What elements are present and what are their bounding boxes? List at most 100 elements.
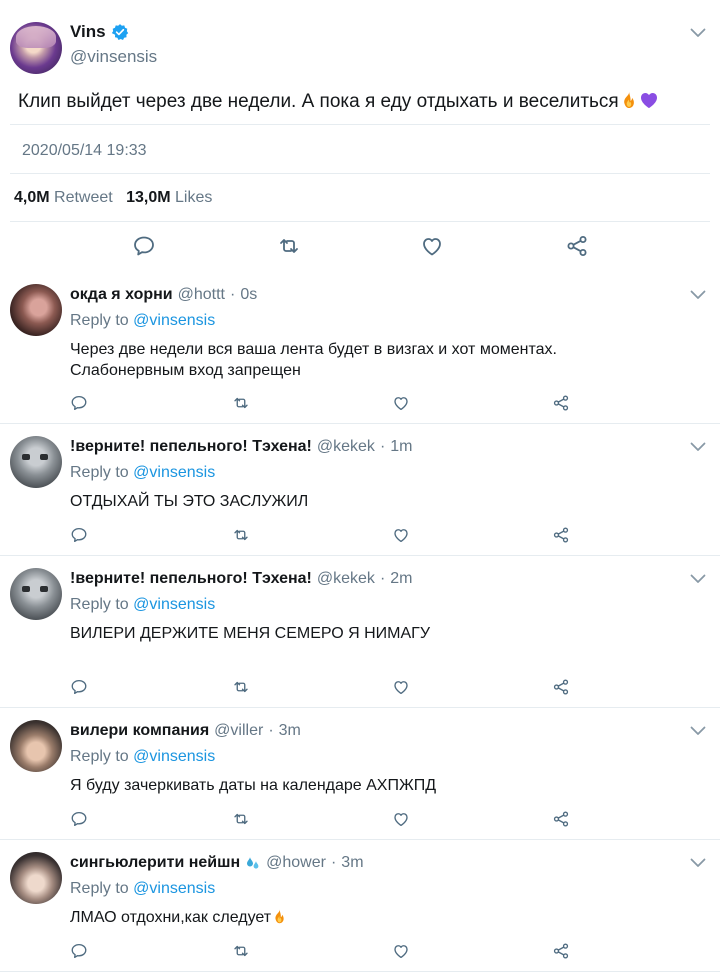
share-icon[interactable]	[552, 678, 570, 696]
reply-to-mention[interactable]: @vinsensis	[133, 464, 215, 481]
share-icon[interactable]	[552, 942, 570, 960]
retweet-icon[interactable]	[231, 678, 251, 696]
reply-to-line: Reply to @vinsensis	[70, 312, 215, 330]
like-icon[interactable]	[392, 678, 410, 696]
reply-time: 1m	[390, 438, 413, 455]
reply-text-line: Через две недели вся ваша лента будет в …	[70, 341, 557, 358]
reply-author-name[interactable]: !верните! пепельного! Тэхена!	[70, 438, 312, 456]
reply-author-handle[interactable]: @kekek	[317, 438, 375, 456]
reply-author-name[interactable]: окда я хорни	[70, 286, 173, 304]
divider	[10, 173, 710, 174]
reply-to-mention[interactable]: @vinsensis	[133, 880, 215, 897]
reply-icon[interactable]	[70, 942, 88, 960]
share-icon[interactable]	[552, 810, 570, 828]
reply-author-handle[interactable]: @hottt	[178, 286, 225, 304]
share-icon[interactable]	[552, 394, 570, 412]
like-icon[interactable]	[392, 810, 410, 828]
author-name[interactable]: Vins	[70, 22, 106, 42]
retweet-icon[interactable]	[231, 942, 251, 960]
reply-avatar[interactable]	[10, 720, 62, 772]
reply-to-mention[interactable]: @vinsensis	[133, 596, 215, 613]
verified-badge-icon	[111, 23, 129, 41]
reply-text: ЛМАО отдохни,как следует	[70, 907, 288, 928]
chevron-down-icon[interactable]	[690, 28, 706, 38]
chevron-down-icon[interactable]	[690, 290, 706, 300]
reply-tweet[interactable]: окда я хорни @hottt · 0s Reply to @vinse…	[0, 272, 720, 424]
retweet-label[interactable]: Retweet	[54, 189, 113, 206]
reply-author-name[interactable]: вилери компания	[70, 722, 209, 740]
reply-text: Через две недели вся ваша лента будет в …	[70, 339, 557, 381]
reply-header: !верните! пепельного! Тэхена! @kekek · 2…	[70, 570, 413, 588]
reply-text: ОТДЫХАЙ ТЫ ЭТО ЗАСЛУЖИЛ	[70, 491, 308, 512]
reply-to-label: Reply to	[70, 464, 129, 481]
reply-to-label: Reply to	[70, 748, 129, 765]
reply-text: Я буду зачеркивать даты на календаре АХП…	[70, 775, 436, 796]
reply-author-name[interactable]: сингьюлерити нейшн	[70, 854, 240, 872]
retweet-icon[interactable]	[231, 394, 251, 412]
reply-tweet[interactable]: вилери компания @viller · 3m Reply to @v…	[0, 708, 720, 840]
reply-time: 2m	[390, 570, 413, 587]
reply-time: 0s	[240, 286, 258, 303]
reply-to-label: Reply to	[70, 312, 129, 329]
chevron-down-icon[interactable]	[690, 726, 706, 736]
tweet-text: Клип выйдет через две недели. А пока я е…	[18, 90, 659, 114]
reply-to-label: Reply to	[70, 880, 129, 897]
reply-text-line: Слабонервным вход запрещен	[70, 362, 301, 379]
reply-avatar[interactable]	[10, 284, 62, 336]
fire-emoji-icon	[271, 908, 288, 925]
reply-author-handle[interactable]: @hower	[266, 854, 326, 872]
reply-time: 3m	[278, 722, 301, 739]
like-icon[interactable]	[420, 234, 444, 258]
reply-text-line: Я буду зачеркивать даты на календаре АХП…	[70, 777, 437, 794]
chevron-down-icon[interactable]	[690, 858, 706, 868]
reply-icon[interactable]	[70, 810, 88, 828]
chevron-down-icon[interactable]	[690, 442, 706, 452]
reply-tweet[interactable]: !верните! пепельного! Тэхена! @kekek · 2…	[0, 556, 720, 708]
reply-avatar[interactable]	[10, 436, 62, 488]
likes-label[interactable]: Likes	[175, 189, 212, 206]
like-icon[interactable]	[392, 394, 410, 412]
retweet-icon[interactable]	[276, 234, 302, 258]
reply-to-mention[interactable]: @vinsensis	[133, 748, 215, 765]
reply-to-mention[interactable]: @vinsensis	[133, 312, 215, 329]
reply-time: 3m	[341, 854, 364, 871]
author-name-row[interactable]: Vins	[70, 22, 129, 42]
author-handle[interactable]: @vinsensis	[70, 47, 157, 67]
reply-avatar[interactable]	[10, 568, 62, 620]
share-icon[interactable]	[552, 526, 570, 544]
author-avatar[interactable]	[10, 22, 62, 74]
reply-tweet[interactable]: сингьюлерити нейшн @hower · 3m Reply to …	[0, 840, 720, 972]
reply-icon[interactable]	[70, 678, 88, 696]
reply-dot: ·	[268, 722, 274, 739]
divider	[10, 221, 710, 222]
reply-to-line: Reply to @vinsensis	[70, 464, 215, 482]
reply-icon[interactable]	[70, 526, 88, 544]
tweet-text-content: Клип выйдет через две недели. А пока я е…	[18, 91, 619, 112]
like-icon[interactable]	[392, 942, 410, 960]
reply-icon[interactable]	[70, 394, 88, 412]
reply-tweet[interactable]: !верните! пепельного! Тэхена! @kekek · 1…	[0, 424, 720, 556]
retweet-icon[interactable]	[231, 526, 251, 544]
divider	[10, 124, 710, 125]
share-icon[interactable]	[565, 234, 589, 258]
fire-emoji-icon	[619, 90, 639, 110]
reply-header: вилери компания @viller · 3m	[70, 722, 301, 740]
purple-heart-emoji-icon	[639, 90, 659, 110]
like-icon[interactable]	[392, 526, 410, 544]
chevron-down-icon[interactable]	[690, 574, 706, 584]
reply-author-name[interactable]: !верните! пепельного! Тэхена!	[70, 570, 312, 588]
main-tweet: Vins @vinsensis Клип выйдет через две не…	[0, 0, 720, 272]
reply-dot: ·	[379, 570, 386, 587]
reply-author-handle[interactable]: @kekek	[317, 570, 375, 588]
retweet-count[interactable]: 4,0M	[14, 189, 50, 206]
reply-dot: ·	[330, 854, 337, 871]
retweet-icon[interactable]	[231, 810, 251, 828]
reply-text: ВИЛЕРИ ДЕРЖИТЕ МЕНЯ СЕМЕРО Я НИМАГУ	[70, 623, 430, 644]
reply-text-line: ОТДЫХАЙ ТЫ ЭТО ЗАСЛУЖИЛ	[70, 493, 309, 510]
reply-to-line: Reply to @vinsensis	[70, 880, 215, 898]
reply-author-handle[interactable]: @viller	[214, 722, 263, 740]
sweat-droplets-emoji-icon	[245, 855, 261, 871]
reply-avatar[interactable]	[10, 852, 62, 904]
likes-count[interactable]: 13,0M	[126, 189, 170, 206]
reply-icon[interactable]	[132, 234, 156, 258]
